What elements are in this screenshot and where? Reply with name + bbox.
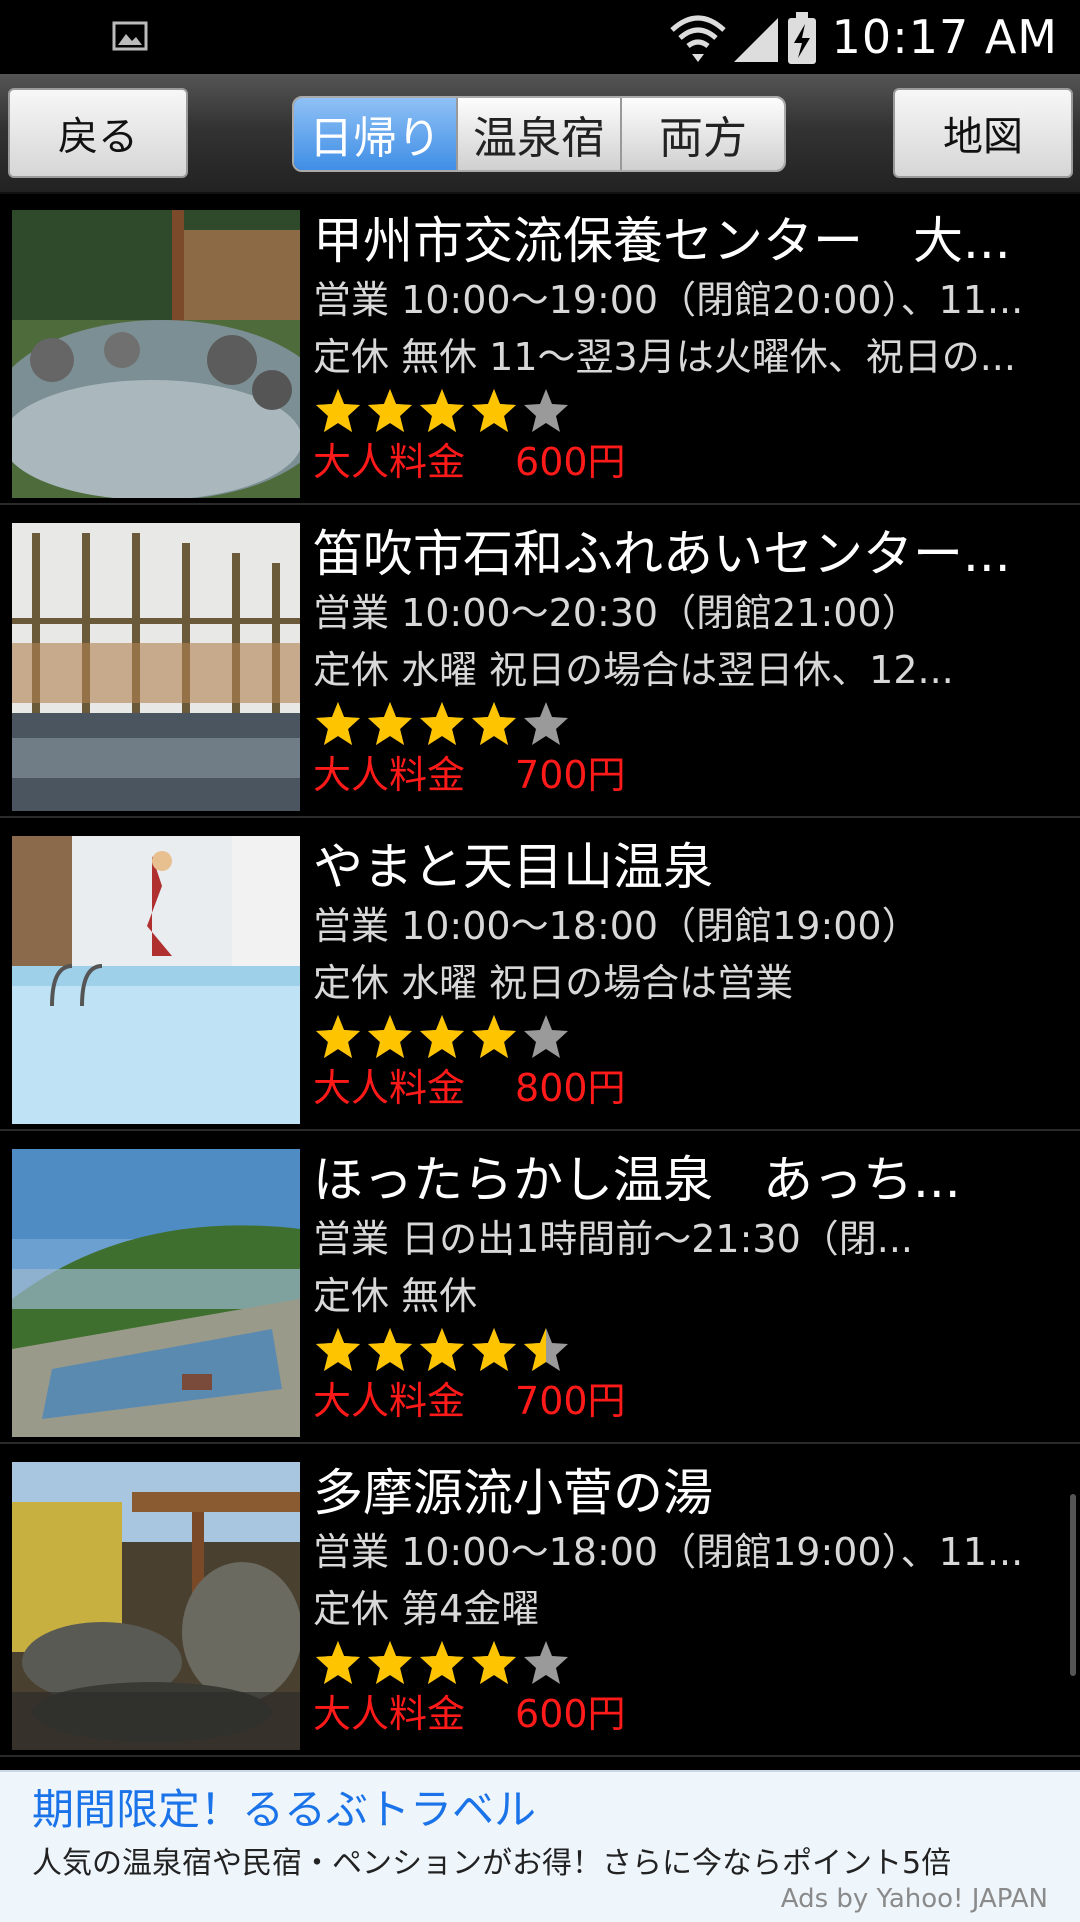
star-rating — [313, 699, 1043, 749]
wifi-icon — [670, 15, 726, 62]
back-button[interactable]: 戻る — [8, 88, 188, 178]
list-item[interactable]: ほったらかし温泉 あっち... 営業 日の出1時間前〜21:30（閉... 定休… — [0, 1131, 1080, 1444]
price-label: 大人料金 — [313, 440, 466, 484]
adult-price: 大人料金 700円 — [313, 749, 1043, 801]
list-item[interactable]: 多摩源流小菅の湯 営業 10:00〜18:00（閉館19:00）、11... 定… — [0, 1444, 1080, 1757]
star-filled-icon — [472, 1015, 516, 1058]
onsen-title: やまと天目山温泉 — [313, 838, 713, 896]
closed-days: 定休 水曜 祝日の場合は翌日休、12... — [313, 648, 954, 692]
star-filled-icon — [472, 1641, 516, 1684]
onsen-title: 甲州市交流保養センター 大... — [313, 212, 1011, 270]
star-filled-icon — [368, 389, 412, 432]
price-value: 700円 — [515, 1379, 626, 1423]
price-value: 800円 — [515, 1066, 626, 1110]
star-rating — [313, 1012, 1043, 1062]
onsen-thumbnail — [12, 523, 300, 811]
star-filled-icon — [368, 702, 412, 745]
ad-banner[interactable]: 期間限定！るるぶトラベル 人気の温泉宿や民宿・ペンションがお得！さらに今ならポイ… — [0, 1770, 1080, 1922]
star-filled-icon — [316, 1641, 360, 1684]
ad-description: 人気の温泉宿や民宿・ペンションがお得！さらに今ならポイント5倍 — [32, 1846, 952, 1881]
star-filled-icon — [472, 389, 516, 432]
adult-price: 大人料金 800円 — [313, 1062, 1043, 1114]
opening-hours: 営業 10:00〜20:30（閉館21:00） — [313, 591, 920, 635]
adult-price: 大人料金 700円 — [313, 1375, 1043, 1427]
onsen-thumbnail — [12, 836, 300, 1124]
onsen-thumbnail — [12, 1149, 300, 1437]
filter-segmented-control: 日帰り 温泉宿 両方 — [292, 96, 786, 172]
opening-hours: 営業 日の出1時間前〜21:30（閉... — [313, 1217, 914, 1261]
list-item[interactable]: 甲州市交流保養センター 大... 営業 10:00〜19:00（閉館20:00）… — [0, 192, 1080, 505]
star-filled-icon — [316, 702, 360, 745]
closed-days: 定休 水曜 祝日の場合は営業 — [313, 961, 794, 1005]
status-bar: 10:17 AM — [0, 0, 1080, 74]
ad-title[interactable]: 期間限定！るるぶトラベル — [32, 1782, 536, 1838]
image-icon — [112, 21, 148, 51]
status-time: 10:17 AM — [831, 10, 1058, 64]
star-filled-icon — [420, 1641, 464, 1684]
star-filled-icon — [420, 1328, 464, 1371]
closed-days: 定休 第4金曜 — [313, 1587, 540, 1631]
star-filled-icon — [420, 702, 464, 745]
signal-icon — [734, 18, 778, 62]
opening-hours: 営業 10:00〜19:00（閉館20:00）、11... — [313, 278, 1024, 322]
star-filled-icon — [316, 1328, 360, 1371]
scrollbar[interactable] — [1070, 1494, 1076, 1676]
star-empty-icon — [524, 389, 568, 432]
star-rating — [313, 1325, 1043, 1375]
adult-price: 大人料金 600円 — [313, 1688, 1043, 1740]
price-label: 大人料金 — [313, 1379, 466, 1423]
list-item[interactable]: やまと天目山温泉 営業 10:00〜18:00（閉館19:00） 定休 水曜 祝… — [0, 818, 1080, 1131]
onsen-thumbnail — [12, 1462, 300, 1750]
onsen-list: 甲州市交流保養センター 大... 営業 10:00〜19:00（閉館20:00）… — [0, 192, 1080, 1770]
star-filled-icon — [316, 1015, 360, 1058]
adult-price: 大人料金 600円 — [313, 436, 1043, 488]
toolbar: 戻る 日帰り 温泉宿 両方 地図 — [0, 74, 1080, 194]
star-filled-icon — [368, 1015, 412, 1058]
price-value: 700円 — [515, 753, 626, 797]
onsen-title: 笛吹市石和ふれあいセンター... — [313, 525, 1011, 583]
onsen-thumbnail — [12, 210, 300, 498]
star-filled-icon — [420, 389, 464, 432]
price-value: 600円 — [515, 440, 626, 484]
star-empty-icon — [524, 702, 568, 745]
map-button[interactable]: 地図 — [893, 88, 1073, 178]
star-filled-icon — [316, 389, 360, 432]
opening-hours: 営業 10:00〜18:00（閉館19:00） — [313, 904, 920, 948]
star-filled-icon — [472, 702, 516, 745]
ad-provider: Ads by Yahoo! JAPAN — [780, 1884, 1048, 1914]
price-value: 600円 — [515, 1692, 626, 1736]
price-label: 大人料金 — [313, 1692, 466, 1736]
opening-hours: 営業 10:00〜18:00（閉館19:00）、11... — [313, 1530, 1024, 1574]
star-filled-icon — [472, 1328, 516, 1371]
segment-day-trip[interactable]: 日帰り — [294, 98, 458, 170]
star-filled-icon — [420, 1015, 464, 1058]
star-filled-icon — [368, 1328, 412, 1371]
star-rating — [313, 386, 1043, 436]
list-item[interactable]: 笛吹市石和ふれあいセンター... 営業 10:00〜20:30（閉館21:00）… — [0, 505, 1080, 818]
status-icons — [670, 12, 816, 64]
onsen-title: ほったらかし温泉 あっち... — [313, 1151, 961, 1209]
star-empty-icon — [524, 1641, 568, 1684]
closed-days: 定休 無休 11〜翌3月は火曜休、祝日の... — [313, 335, 1016, 379]
closed-days: 定休 無休 — [313, 1274, 478, 1318]
onsen-title: 多摩源流小菅の湯 — [313, 1464, 713, 1522]
star-rating — [313, 1638, 1043, 1688]
star-filled-icon — [368, 1641, 412, 1684]
battery-charging-icon — [788, 12, 816, 64]
segment-onsen-inn[interactable]: 温泉宿 — [458, 98, 622, 170]
segment-both[interactable]: 両方 — [622, 98, 784, 170]
star-empty-icon — [524, 1015, 568, 1058]
price-label: 大人料金 — [313, 1066, 466, 1110]
price-label: 大人料金 — [313, 753, 466, 797]
star-half-icon — [524, 1328, 568, 1371]
